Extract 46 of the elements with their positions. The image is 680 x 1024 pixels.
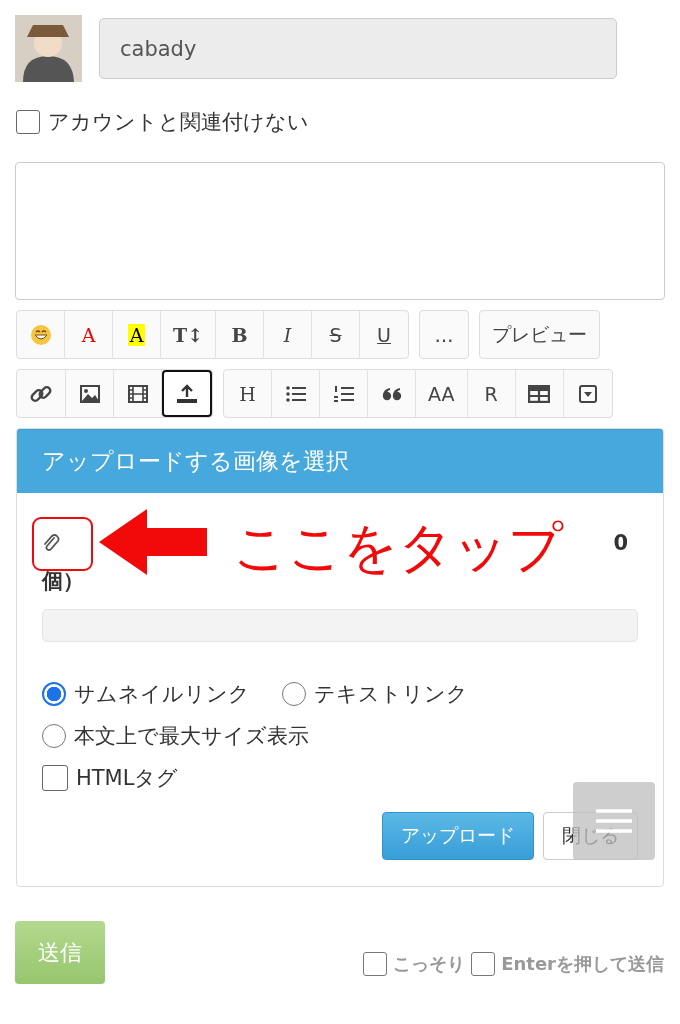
dialog-title: アップロードする画像を選択 [17, 429, 663, 493]
checkbox[interactable] [471, 952, 496, 976]
underline-button[interactable]: U [360, 311, 409, 358]
radio-button[interactable] [42, 724, 66, 748]
italic-button[interactable]: I [264, 311, 313, 358]
upload-button[interactable] [162, 370, 212, 417]
checkbox[interactable] [42, 765, 68, 791]
label-text: 個） [42, 568, 85, 595]
checkbox-label: こっそり [393, 952, 466, 976]
name-field[interactable]: cabady [99, 18, 617, 79]
preview-button[interactable]: プレビュー [480, 311, 600, 358]
bold-button[interactable]: B [216, 311, 265, 358]
radio-button[interactable] [42, 682, 66, 706]
toolbar-button[interactable]: R [467, 370, 516, 417]
quote-icon [381, 386, 402, 401]
upload-icon [176, 383, 198, 404]
font-color-button[interactable]: A [65, 311, 113, 358]
avatar-icon [15, 15, 82, 82]
label-text: 0 [613, 531, 628, 555]
option-label: 本文上で最大サイズ表示 [74, 723, 309, 750]
paperclip-icon [42, 533, 60, 553]
dropdown-icon [578, 384, 597, 403]
radio-button[interactable] [282, 682, 306, 706]
toolbar-button[interactable]: AA [416, 370, 468, 417]
checkbox-label: Enterを押して送信 [501, 952, 664, 976]
film-icon [127, 384, 148, 403]
grinning-face-icon [29, 323, 52, 346]
font-size-button[interactable]: T↕ [161, 311, 217, 358]
message-field[interactable] [15, 162, 665, 300]
option-label: HTMLタグ [76, 765, 179, 792]
arrow-icon [99, 507, 209, 577]
table-icon [528, 384, 551, 403]
option-label: テキストリンク [314, 681, 468, 708]
toolbar-button[interactable]: … [420, 311, 469, 358]
heading-button[interactable]: H [224, 370, 272, 417]
highlight-button[interactable]: A [113, 311, 161, 358]
bullet-list-icon [285, 385, 306, 402]
option-label: サムネイルリンク [74, 681, 250, 708]
checkbox[interactable] [16, 110, 40, 134]
attach-button[interactable] [42, 533, 60, 553]
highlight-ring [32, 517, 93, 571]
strikethrough-button[interactable]: S [312, 311, 361, 358]
image-icon [79, 384, 100, 403]
checkbox-label: アカウントと関連付けない [48, 109, 309, 136]
numbered-list-icon [333, 384, 354, 403]
checkbox[interactable] [363, 952, 388, 976]
